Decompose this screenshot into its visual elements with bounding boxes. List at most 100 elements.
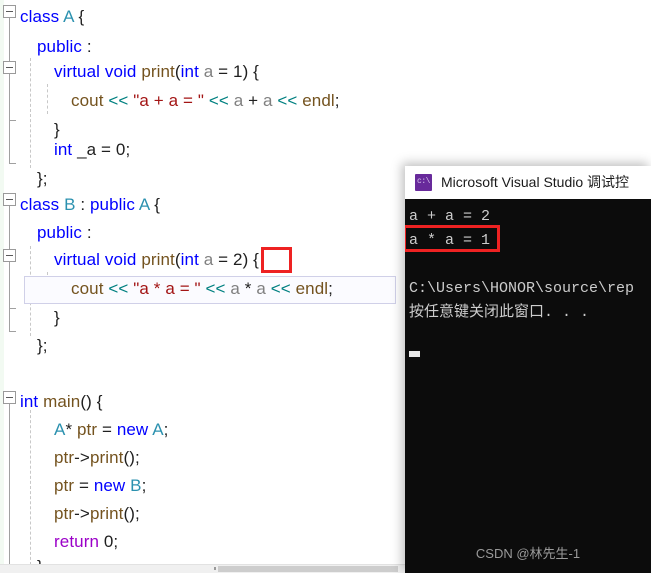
code-line[interactable]: } bbox=[54, 303, 60, 333]
code-token: = bbox=[213, 62, 233, 81]
code-token: : bbox=[82, 223, 92, 242]
fold-end-class-b bbox=[9, 331, 16, 332]
fold-guide-print-a bbox=[9, 74, 10, 120]
code-line[interactable]: cout << "a * a = " << a * a << endl; bbox=[71, 274, 333, 304]
code-line[interactable]: class A { bbox=[20, 2, 84, 32]
fold-toggle-class-b[interactable] bbox=[3, 193, 16, 206]
console-output-area[interactable]: a + a = 2 a * a = 1 C:\Users\HONOR\sourc… bbox=[405, 199, 651, 573]
code-token: int bbox=[180, 62, 199, 81]
console-titlebar[interactable]: c:\ Microsoft Visual Studio 调试控 bbox=[405, 166, 651, 199]
code-token: a bbox=[203, 250, 214, 269]
code-token: = bbox=[96, 140, 116, 159]
code-line[interactable]: ptr->print(); bbox=[54, 499, 140, 529]
code-line[interactable]: ptr = new B; bbox=[54, 471, 146, 501]
code-token: * bbox=[239, 279, 257, 298]
code-token: }; bbox=[37, 169, 48, 188]
code-token: ) { bbox=[242, 62, 259, 81]
code-token: : bbox=[75, 195, 90, 214]
code-token: print bbox=[141, 250, 175, 269]
code-token: ptr bbox=[54, 448, 75, 467]
code-token: int bbox=[54, 140, 73, 159]
code-token: ; bbox=[125, 140, 131, 159]
code-token: return bbox=[54, 532, 100, 551]
console-line: 按任意键关闭此窗口. . . bbox=[409, 304, 590, 321]
fold-end-print-b bbox=[9, 308, 16, 309]
code-token: << bbox=[277, 91, 298, 110]
code-line[interactable]: A* ptr = new A; bbox=[54, 415, 169, 445]
code-token: () { bbox=[80, 392, 103, 411]
code-token: : bbox=[82, 37, 92, 56]
csdn-watermark: CSDN @林先生-1 bbox=[475, 546, 581, 561]
code-line[interactable]: class B : public A { bbox=[20, 190, 160, 220]
code-token: ; bbox=[328, 279, 333, 298]
code-line[interactable]: int _a = 0; bbox=[54, 135, 130, 165]
code-token: << bbox=[108, 91, 129, 110]
console-app-icon: c:\ bbox=[415, 173, 432, 191]
code-token: virtual bbox=[54, 250, 101, 269]
code-token: ; bbox=[141, 476, 147, 495]
code-line[interactable]: cout << "a + a = " << a + a << endl; bbox=[71, 86, 340, 116]
code-token: ptr bbox=[77, 420, 98, 439]
code-token: = bbox=[213, 250, 233, 269]
fold-toggle-main[interactable] bbox=[3, 391, 16, 404]
code-line[interactable]: ptr->print(); bbox=[54, 443, 140, 473]
code-token: cout bbox=[71, 91, 104, 110]
code-token: << bbox=[270, 279, 291, 298]
scrollbar-thumb[interactable] bbox=[218, 566, 398, 572]
code-token: A bbox=[63, 7, 74, 26]
indent-guide bbox=[47, 84, 48, 114]
console-line: C:\Users\HONOR\source\rep bbox=[409, 280, 635, 297]
code-token: cout bbox=[71, 279, 104, 298]
code-token: << bbox=[208, 91, 229, 110]
code-token: int bbox=[20, 392, 39, 411]
fold-toggle-print-b[interactable] bbox=[3, 249, 16, 262]
code-token: A bbox=[138, 195, 150, 214]
code-token: ) { bbox=[242, 250, 259, 269]
code-line[interactable]: virtual void print(int a = 1) { bbox=[54, 57, 259, 87]
indent-guide bbox=[30, 58, 31, 168]
code-token: a bbox=[262, 91, 273, 110]
code-token: 1 bbox=[233, 62, 243, 81]
code-token: class bbox=[20, 195, 60, 214]
code-token: ; bbox=[163, 420, 169, 439]
code-token: a bbox=[230, 279, 240, 298]
code-token: a bbox=[233, 91, 244, 110]
console-title-text: Microsoft Visual Studio 调试控 bbox=[441, 174, 630, 190]
code-token: -> bbox=[74, 504, 90, 523]
fold-toggle-class-a[interactable] bbox=[3, 5, 16, 18]
code-token: "a + a = " bbox=[133, 91, 204, 110]
code-token: a bbox=[256, 279, 266, 298]
editor-gutter[interactable] bbox=[0, 0, 20, 565]
code-token: { bbox=[149, 195, 161, 214]
code-token: (); bbox=[123, 504, 140, 523]
code-token: virtual bbox=[54, 62, 101, 81]
code-token: B bbox=[130, 476, 142, 495]
code-token: public bbox=[37, 223, 83, 242]
code-token: print bbox=[89, 448, 124, 467]
console-annotation-box bbox=[405, 225, 500, 252]
code-token: = bbox=[74, 476, 94, 495]
code-line[interactable]: public : bbox=[37, 218, 92, 248]
code-token: print bbox=[89, 504, 124, 523]
code-line[interactable]: virtual void print(int a = 2) { bbox=[54, 245, 259, 275]
console-window[interactable]: c:\ Microsoft Visual Studio 调试控 a + a = … bbox=[405, 166, 651, 573]
code-line[interactable]: }; bbox=[37, 331, 48, 361]
fold-toggle-print-a[interactable] bbox=[3, 61, 16, 74]
code-token: endl bbox=[302, 91, 335, 110]
code-token: public bbox=[90, 195, 136, 214]
code-token: << bbox=[108, 279, 129, 298]
code-token: -> bbox=[74, 448, 90, 467]
code-token: B bbox=[64, 195, 76, 214]
fold-guide-main bbox=[9, 404, 10, 564]
code-token: 2 bbox=[233, 250, 243, 269]
code-token: A bbox=[152, 420, 164, 439]
code-token: class bbox=[20, 7, 60, 26]
code-token: A bbox=[54, 420, 66, 439]
code-token: << bbox=[205, 279, 226, 298]
code-line[interactable]: return 0; bbox=[54, 527, 118, 557]
code-token: "a * a = " bbox=[133, 279, 201, 298]
code-token: print bbox=[141, 62, 175, 81]
code-line[interactable]: int main() { bbox=[20, 387, 102, 417]
scrollbar-tick bbox=[214, 567, 216, 570]
